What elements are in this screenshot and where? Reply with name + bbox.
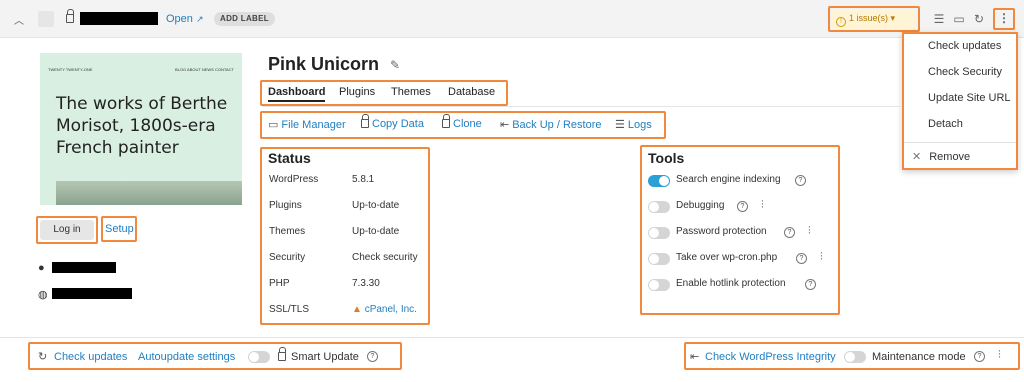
tools-heading: Tools [648, 150, 685, 166]
sliders-icon[interactable]: ⫶ [808, 225, 811, 238]
status-label-plugins: Plugins [269, 200, 302, 211]
preview-photo [56, 181, 242, 205]
tabs-divider [262, 106, 902, 107]
warning-triangle-icon: ▲ [352, 304, 362, 315]
hotlink-protection-toggle[interactable] [648, 279, 670, 291]
site-preview-thumbnail[interactable]: TWENTY TWENTY-ONE BLOG ABOUT NEWS CONTAC… [40, 53, 242, 205]
debugging-label: Debugging [676, 200, 725, 211]
sliders-icon[interactable]: ⫶ [998, 349, 1001, 362]
redacted-domain [80, 12, 158, 25]
help-icon[interactable]: ? [367, 351, 378, 362]
wp-cron-label: Take over wp-cron.php [676, 252, 778, 263]
redacted-username [52, 262, 116, 273]
password-protection-label: Password protection [676, 226, 767, 237]
issues-button[interactable]: ! 1 issue(s) ▾ [832, 9, 916, 29]
wp-cron-toggle[interactable] [648, 253, 670, 265]
menu-item-check-security[interactable]: Check Security [928, 66, 1002, 78]
list-icon: ☰ [615, 119, 625, 131]
globe-icon: ◍ [38, 289, 48, 301]
ssl-value[interactable]: ▲ cPanel, Inc. [352, 304, 417, 315]
lock-icon [361, 114, 369, 130]
tab-themes[interactable]: Themes [391, 86, 431, 98]
site-actions-menu: Check updates Check Security Update Site… [902, 32, 1018, 170]
logs-link[interactable]: ☰ Logs [615, 118, 652, 131]
status-value-themes: Up-to-date [352, 226, 400, 237]
backup-restore-link[interactable]: ⇤ Back Up / Restore [500, 118, 601, 131]
file-manager-link[interactable]: ▭ File Manager [268, 118, 346, 131]
status-label-wordpress: WordPress [269, 174, 319, 185]
maintenance-mode-toggle[interactable] [844, 351, 866, 363]
preview-headline: The works of Berthe Morisot, 1800s-era F… [56, 94, 228, 158]
lock-icon [442, 114, 450, 130]
menu-item-detach[interactable]: Detach [928, 118, 963, 130]
add-label-button[interactable]: ADD LABEL [214, 12, 275, 26]
sliders-icon[interactable]: ⫶ [820, 251, 823, 264]
list-icon[interactable]: ☰ [932, 12, 946, 26]
pencil-icon[interactable]: ✎ [390, 58, 400, 72]
autoupdate-settings-link[interactable]: Autoupdate settings [138, 351, 235, 363]
collapse-chevron-icon[interactable]: ︿ [14, 12, 24, 27]
site-header-bar: ︿ Open ↗ ADD LABEL ! 1 issue(s) ▾ ☰ ▭ ↻ ⋮ [0, 0, 1024, 38]
copy-data-link[interactable]: Copy Data [361, 114, 424, 130]
menu-item-remove[interactable]: ✕ Remove [912, 150, 970, 163]
shield-check-icon: ⇤ [690, 351, 700, 363]
close-icon: ✕ [912, 151, 922, 163]
open-site-link[interactable]: Open ↗ [166, 13, 204, 25]
refresh-icon[interactable]: ↻ [972, 12, 986, 26]
folder-icon[interactable]: ▭ [952, 12, 966, 26]
status-label-php: PHP [269, 278, 290, 289]
check-integrity-link[interactable]: Check WordPress Integrity [705, 351, 836, 363]
smart-update-label: Smart Update [291, 351, 359, 363]
check-updates-link[interactable]: Check updates [54, 351, 127, 363]
redacted-ip [52, 288, 132, 299]
site-title: Pink Unicorn [268, 54, 380, 74]
ssl-issuer-link[interactable]: cPanel, Inc. [365, 304, 417, 315]
search-indexing-toggle[interactable] [648, 175, 670, 187]
select-site-checkbox[interactable] [38, 11, 54, 27]
tab-plugins[interactable]: Plugins [339, 86, 375, 98]
status-label-security: Security [269, 252, 306, 263]
status-value-plugins: Up-to-date [352, 200, 400, 211]
status-heading: Status [268, 150, 311, 166]
tab-dashboard[interactable]: Dashboard [268, 86, 326, 102]
preview-site-name: TWENTY TWENTY-ONE [48, 67, 93, 72]
hotlink-protection-label: Enable hotlink protection [676, 278, 786, 289]
lock-icon [66, 9, 74, 25]
clone-link[interactable]: Clone [442, 114, 482, 130]
help-icon[interactable]: ? [784, 227, 795, 238]
user-icon: ● [38, 262, 45, 274]
smart-update-toggle[interactable] [248, 351, 270, 363]
password-protection-toggle[interactable] [648, 227, 670, 239]
menu-item-update-site-url[interactable]: Update Site URL [928, 92, 1011, 104]
help-icon[interactable]: ? [795, 175, 806, 186]
tab-database[interactable]: Database [448, 86, 495, 98]
preview-nav: BLOG ABOUT NEWS CONTACT [175, 67, 234, 72]
status-label-ssl: SSL/TLS [269, 304, 310, 315]
check-security-link[interactable]: Check security [352, 252, 418, 263]
login-button[interactable]: Log in [40, 220, 94, 240]
more-vertical-icon[interactable]: ⋮ [997, 11, 1011, 25]
lock-icon [278, 347, 286, 363]
chevron-down-icon: ▾ [890, 13, 896, 23]
warning-circle-icon: ! [836, 17, 846, 27]
maintenance-mode-label: Maintenance mode [872, 351, 966, 363]
search-indexing-label: Search engine indexing [676, 174, 781, 185]
help-icon[interactable]: ? [796, 253, 807, 264]
menu-item-check-updates[interactable]: Check updates [928, 40, 1001, 52]
help-icon[interactable]: ? [737, 201, 748, 212]
status-value-php: 7.3.30 [352, 278, 380, 289]
folder-icon: ▭ [268, 119, 279, 131]
help-icon[interactable]: ? [974, 351, 985, 362]
menu-divider [904, 142, 1016, 143]
status-label-themes: Themes [269, 226, 306, 237]
external-link-icon: ↗ [195, 14, 204, 24]
debugging-toggle[interactable] [648, 201, 670, 213]
sliders-icon[interactable]: ⫶ [761, 199, 764, 212]
help-icon[interactable]: ? [805, 279, 816, 290]
setup-link[interactable]: Setup [105, 223, 134, 235]
backup-icon: ⇤ [500, 119, 510, 131]
refresh-icon: ↻ [38, 351, 48, 363]
status-value-wordpress: 5.8.1 [352, 174, 375, 185]
